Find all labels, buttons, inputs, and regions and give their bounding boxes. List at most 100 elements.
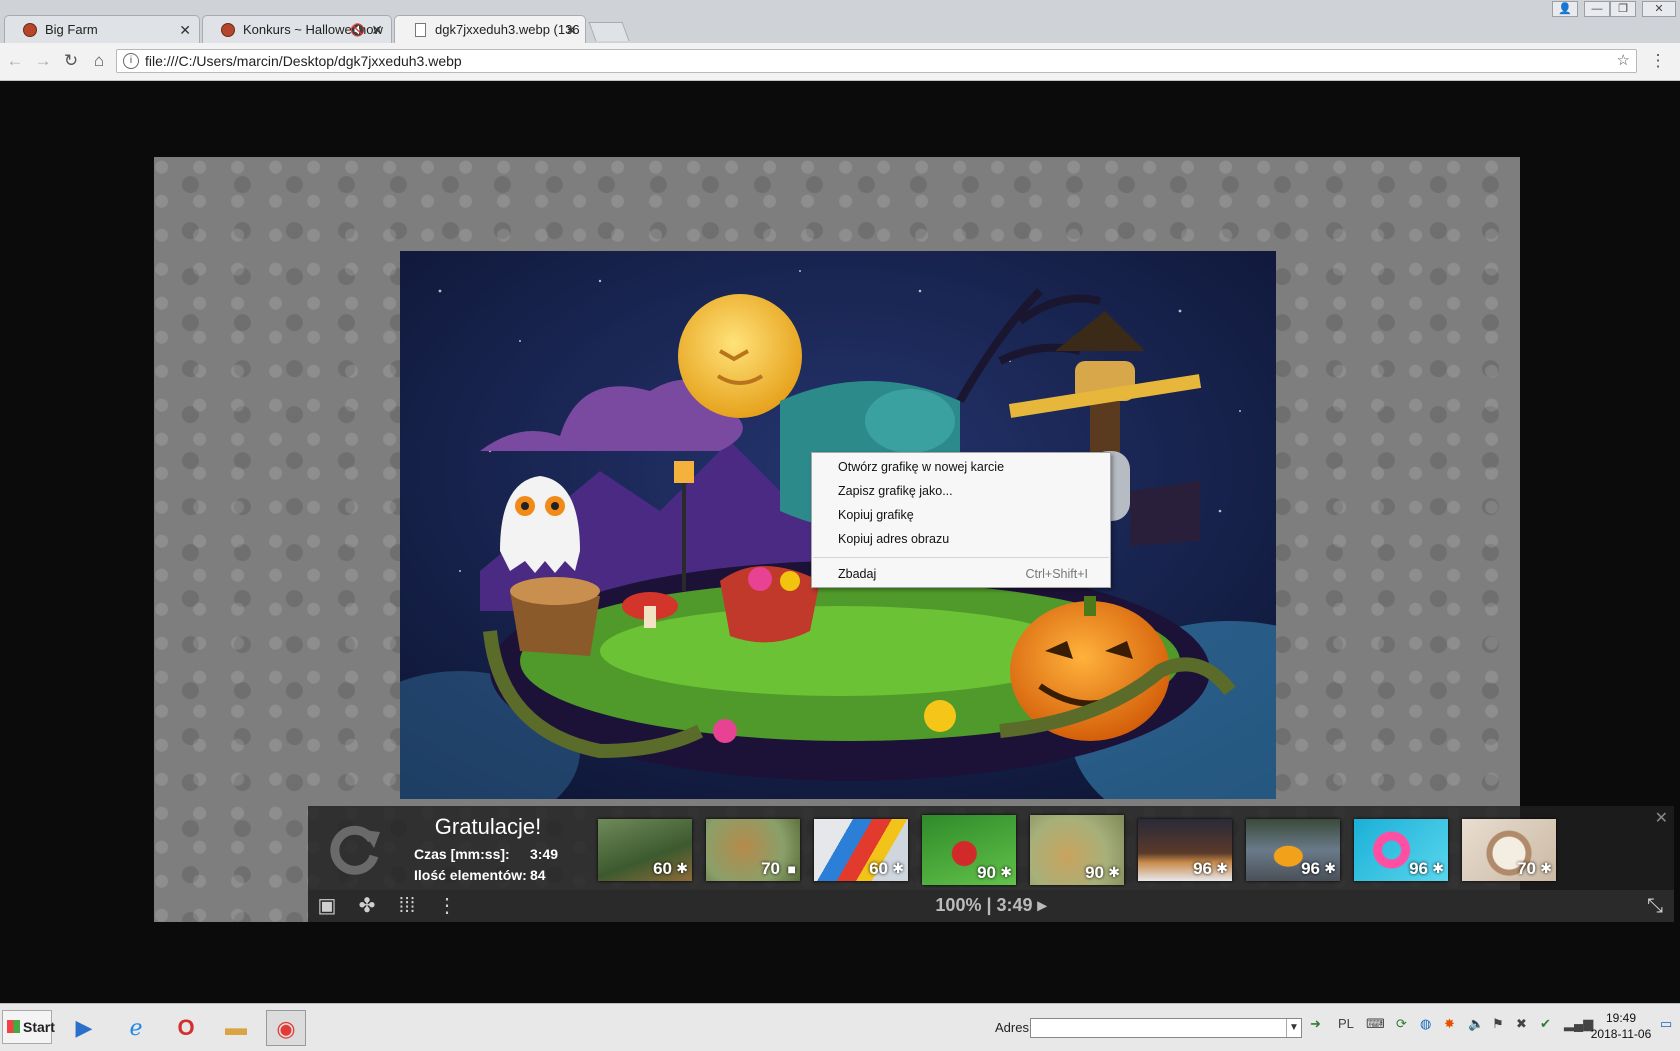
menu-item-save-image[interactable]: Zapisz grafikę jako... xyxy=(838,480,953,502)
image-context-menu: Otwórz grafikę w nowej karcie Zapisz gra… xyxy=(811,452,1111,588)
show-desktop-icon[interactable]: ▭ xyxy=(1660,1016,1672,1032)
puzzle-toolbar: ▣ ✤ ⁞⁞⁞ ⋮ 100% | 3:49 ▸ ⤡ xyxy=(308,890,1674,922)
forward-button[interactable]: → xyxy=(32,50,54,72)
menu-dots-icon[interactable]: ⋮ xyxy=(1647,50,1669,72)
menu-item-open-image-new-tab[interactable]: Otwórz grafikę w nowej karcie xyxy=(838,456,1004,478)
piece-count: 90 xyxy=(977,863,996,882)
piece-count: 60 xyxy=(869,859,888,878)
piece-count: 96 xyxy=(1193,859,1212,878)
puzzle-piece-icon: ✱ xyxy=(1432,860,1444,876)
pieces-stat: Ilość elementów: 84 xyxy=(414,867,546,883)
windows-taskbar: Start ▶ ℯ O ▬ ◉ Adres ▼ ➜ PL ⌨ ⟳ ◍ ✸ 🔈 ⚑… xyxy=(0,1003,1680,1051)
piece-count: 70 xyxy=(1517,859,1536,878)
clock-time: 19:49 xyxy=(1605,1011,1637,1025)
puzzle-thumbnail-tulips[interactable]: 90 ✱ xyxy=(922,815,1016,885)
puzzle-thumbnail-hot-chocolate[interactable]: 70 ✱ xyxy=(1462,819,1556,881)
internet-explorer-icon[interactable]: ℯ xyxy=(116,1010,156,1046)
user-profile-icon[interactable]: 👤 xyxy=(1552,1,1578,17)
big-farm-favicon-icon xyxy=(23,23,37,37)
piece-count: 96 xyxy=(1301,859,1320,878)
address-url[interactable]: file:///C:/Users/marcin/Desktop/dgk7jxxe… xyxy=(145,50,462,72)
zoom-and-time: 100% | 3:49 ▸ xyxy=(935,895,1047,915)
puzzle-piece-icon: ✱ xyxy=(1324,860,1336,876)
opera-icon[interactable]: O xyxy=(166,1010,206,1046)
puzzle-thumbnail-village[interactable]: 60 ✱ xyxy=(598,819,692,881)
tab-konkurs[interactable]: Konkurs ~ Halloweenow 🔇 ✕ xyxy=(202,15,392,43)
puzzle-piece-icon: ✱ xyxy=(1000,864,1012,880)
square-piece-icon: ■ xyxy=(787,861,796,877)
firefox-icon[interactable]: ✸ xyxy=(1444,1016,1455,1032)
menu-item-copy-image[interactable]: Kopiuj grafikę xyxy=(838,504,914,526)
muted-speaker-icon[interactable]: 🔇 xyxy=(350,16,365,43)
puzzle-thumbnail-umbrellas[interactable]: 60 ✱ xyxy=(814,819,908,881)
reload-button[interactable]: ↻ xyxy=(60,50,82,72)
congratulations-title: Gratulacje! xyxy=(434,814,542,839)
antivirus-icon[interactable]: ✔ xyxy=(1540,1016,1551,1032)
action-center-flag-icon[interactable]: ⚑ xyxy=(1492,1016,1504,1032)
security-shield-icon[interactable]: ✖ xyxy=(1516,1016,1527,1032)
start-button[interactable]: Start xyxy=(2,1010,55,1044)
close-tab-icon[interactable]: ✕ xyxy=(565,16,577,44)
tab-strip: Big Farm ✕ Konkurs ~ Halloweenow 🔇 ✕ dgk… xyxy=(0,0,1680,44)
menu-separator xyxy=(813,557,1109,558)
home-button[interactable]: ⌂ xyxy=(88,50,110,72)
puzzle-piece-icon: ✱ xyxy=(676,860,688,876)
volume-icon[interactable]: 🔈 xyxy=(1468,1016,1484,1032)
puzzle-piece-icon: ✱ xyxy=(892,860,904,876)
menu-item-inspect[interactable]: Zbadaj Ctrl+Shift+I xyxy=(838,563,1088,585)
puzzle-thumbnail-race-car[interactable]: 96 ✱ xyxy=(1246,819,1340,881)
system-clock[interactable]: 19:49 2018-11-06 xyxy=(1588,1010,1654,1042)
network-status-icon[interactable]: ◍ xyxy=(1420,1016,1431,1032)
sync-icon[interactable]: ⟳ xyxy=(1396,1016,1407,1032)
tab-webp-image[interactable]: dgk7jxxeduh3.webp (136 ✕ xyxy=(394,15,586,44)
puzzle-result-panel: Gratulacje! Czas [mm:ss]: 3:49 Ilość ele… xyxy=(308,806,1674,922)
new-tab-button[interactable] xyxy=(588,22,630,41)
exit-fullscreen-icon[interactable]: ⤡ xyxy=(1642,894,1668,918)
browser-toolbar: ← → ↻ ⌂ i file:///C:/Users/marcin/Deskto… xyxy=(0,43,1680,81)
close-panel-icon[interactable]: ✕ xyxy=(1655,808,1668,828)
chrome-icon[interactable]: ◉ xyxy=(266,1010,306,1046)
windows-logo-icon xyxy=(7,1020,20,1033)
menu-item-label: Zbadaj xyxy=(838,567,877,581)
puzzle-piece-icon: ✱ xyxy=(1540,860,1552,876)
time-value: 3:49 xyxy=(530,846,559,862)
minimize-button[interactable]: — xyxy=(1584,1,1610,17)
close-tab-icon[interactable]: ✕ xyxy=(179,16,191,43)
puzzle-thumbnail-winter-town[interactable]: 96 ✱ xyxy=(1138,819,1232,881)
close-tab-icon[interactable]: ✕ xyxy=(371,16,383,43)
piece-count: 60 xyxy=(653,859,672,878)
info-icon[interactable]: i xyxy=(123,53,139,69)
language-indicator[interactable]: PL xyxy=(1338,1016,1354,1031)
replay-icon[interactable] xyxy=(326,820,384,878)
start-label: Start xyxy=(23,1019,55,1035)
pieces-value: 84 xyxy=(530,867,546,883)
menu-item-copy-image-address[interactable]: Kopiuj adres obrazu xyxy=(838,528,949,550)
puzzle-thumbnail-cheetahs[interactable]: 90 ✱ xyxy=(1030,815,1124,885)
back-button[interactable]: ← xyxy=(4,50,26,72)
bookmark-star-icon[interactable]: ☆ xyxy=(1617,50,1630,72)
big-farm-favicon-icon xyxy=(221,23,235,37)
address-bar[interactable]: i file:///C:/Users/marcin/Desktop/dgk7jx… xyxy=(116,49,1637,73)
puzzle-thumbnail-pool-ring[interactable]: 96 ✱ xyxy=(1354,819,1448,881)
piece-count: 96 xyxy=(1409,859,1428,878)
maximize-button[interactable]: ❐ xyxy=(1610,1,1636,17)
piece-count: 70 xyxy=(761,859,780,878)
tab-title: Big Farm xyxy=(45,22,98,37)
pieces-label: Ilość elementów: xyxy=(414,867,527,883)
file-explorer-icon[interactable]: ▬ xyxy=(216,1010,256,1046)
tab-big-farm[interactable]: Big Farm ✕ xyxy=(4,15,200,43)
puzzle-thumbnail-squirrel[interactable]: 70 ■ xyxy=(706,819,800,881)
piece-count: 90 xyxy=(1085,863,1104,882)
close-window-button[interactable]: ✕ xyxy=(1642,1,1676,17)
chevron-down-icon[interactable]: ▼ xyxy=(1286,1019,1301,1037)
document-icon xyxy=(415,23,426,37)
puzzle-viewer: Otwórz grafikę w nowej karcie Zapisz gra… xyxy=(154,157,1674,922)
clock-date: 2018-11-06 xyxy=(1590,1027,1652,1041)
puzzle-piece-icon: ✱ xyxy=(1108,864,1120,880)
time-label: Czas [mm:ss]: xyxy=(414,846,510,862)
address-toolbar-input[interactable]: ▼ xyxy=(1030,1018,1302,1038)
time-stat: Czas [mm:ss]: 3:49 xyxy=(414,846,558,862)
keyboard-icon[interactable]: ⌨ xyxy=(1366,1016,1385,1032)
go-arrow-icon[interactable]: ➜ xyxy=(1310,1016,1321,1032)
media-player-icon[interactable]: ▶ xyxy=(64,1010,104,1046)
